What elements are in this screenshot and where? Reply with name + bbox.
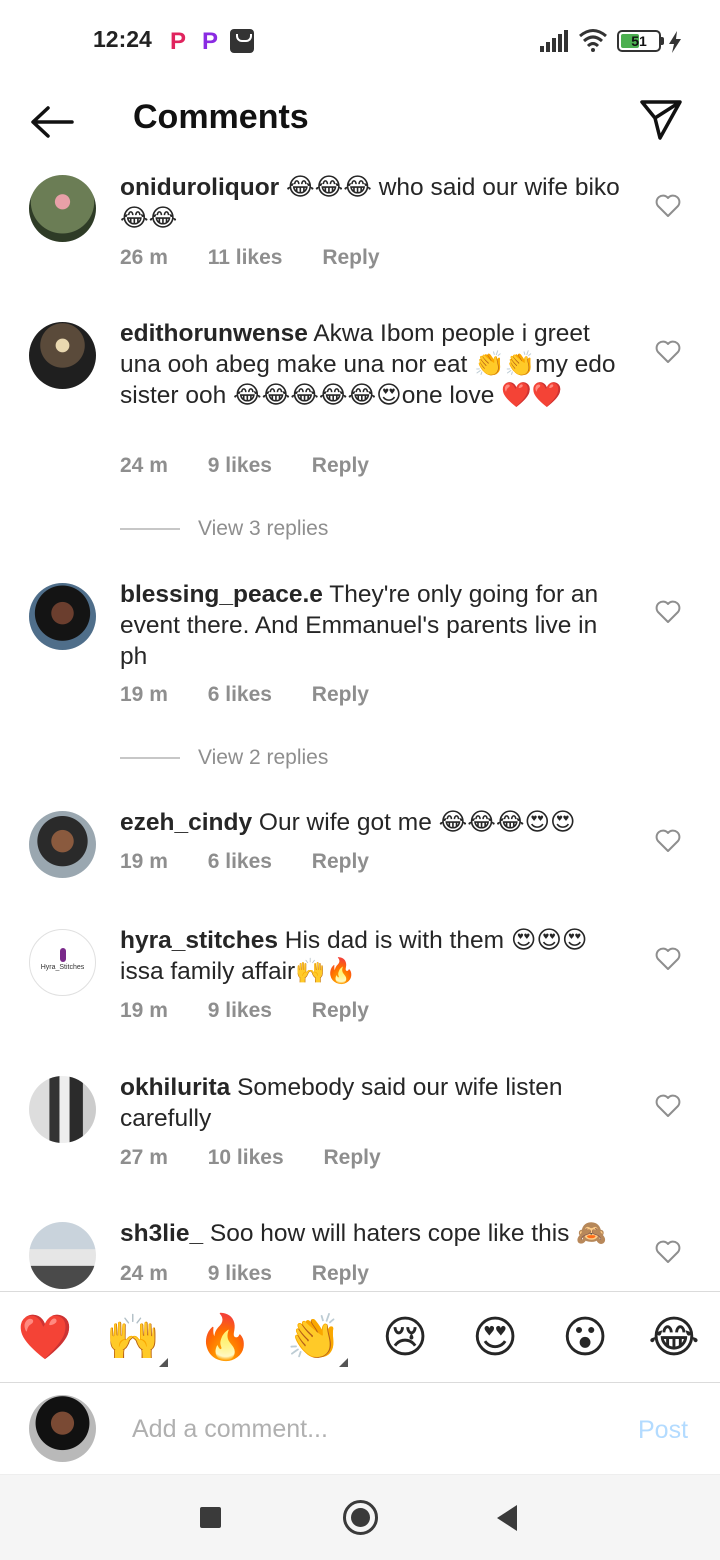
comment-username[interactable]: ezeh_cindy [120,809,252,836]
avatar[interactable] [29,175,96,242]
avatar[interactable] [29,583,96,650]
paper-plane-icon[interactable] [638,96,684,142]
shopping-bag-icon [230,29,254,53]
skin-tone-indicator [339,1358,348,1367]
comment-likes[interactable]: 10 likes [208,1146,284,1169]
reply-button[interactable]: Reply [323,1146,380,1169]
battery-tip [661,37,664,45]
status-bar: 12:24 P P 51 [0,0,720,84]
reply-button[interactable]: Reply [312,454,369,477]
comment-likes[interactable]: 9 likes [208,454,272,477]
reply-button[interactable]: Reply [312,850,369,873]
comment-time: 19 m [120,850,168,873]
comment-meta: 24 m 9 likes Reply [120,454,403,478]
emoji-heart-eyes[interactable]: 😍 [467,1310,523,1366]
avatar[interactable]: Hyra_Stitches [29,929,96,996]
comment-time: 24 m [120,1262,168,1285]
recents-icon[interactable] [200,1507,221,1528]
logo-mark [60,948,66,962]
comment-body: edithorunwense Akwa Ibom people i greet … [120,318,630,411]
comment-likes[interactable]: 6 likes [208,683,272,706]
comment-time: 19 m [120,999,168,1022]
page-title: Comments [133,98,309,136]
reply-button[interactable]: Reply [312,1262,369,1285]
comment-meta: 19 m 6 likes Reply [120,850,403,874]
charging-bolt-icon [669,31,681,53]
emoji-quick-bar: ❤️ 🙌 🔥 👏 😢 😍 😮 😂 [0,1291,720,1383]
heart-icon[interactable] [655,1240,681,1264]
comment-body: blessing_peace.e They're only going for … [120,579,630,672]
back-triangle-icon[interactable] [497,1505,517,1531]
reply-button[interactable]: Reply [312,683,369,706]
emoji-fire[interactable]: 🔥 [197,1310,253,1366]
emoji-clapping-hands[interactable]: 👏 [286,1310,342,1366]
back-arrow-icon[interactable] [28,102,76,142]
comment-body: ezeh_cindy Our wife got me 😂😂😂😍😍 [120,807,630,838]
comment-time: 24 m [120,454,168,477]
picsart-icon: P [169,28,186,55]
heart-icon[interactable] [655,829,681,853]
emoji-raised-hands[interactable]: 🙌 [105,1310,161,1366]
comment-likes[interactable]: 9 likes [208,999,272,1022]
comment-body: oniduroliquor 😂😂😂 who said our wife biko… [120,172,630,234]
comment-body: okhilurita Somebody said our wife listen… [120,1072,630,1134]
comment-username[interactable]: edithorunwense [120,320,308,347]
user-avatar [29,1395,96,1462]
heart-icon[interactable] [655,1094,681,1118]
comment-meta: 27 m 10 likes Reply [120,1146,415,1170]
reply-button[interactable]: Reply [322,246,379,269]
heart-icon[interactable] [655,194,681,218]
avatar[interactable] [29,1076,96,1143]
battery-icon: 51 [617,30,661,52]
avatar[interactable] [29,322,96,389]
comment-time: 27 m [120,1146,168,1169]
avatar[interactable] [29,811,96,878]
emoji-laughing-tears[interactable]: 😂 [646,1310,702,1366]
comment-text: Soo how will haters cope like this 🙈 [209,1220,607,1247]
comment-body: sh3lie_ Soo how will haters cope like th… [120,1218,630,1249]
system-nav-bar [0,1475,720,1560]
home-icon[interactable] [343,1500,378,1535]
wifi-icon [579,29,607,52]
comments-list[interactable]: oniduroliquor 😂😂😂 who said our wife biko… [0,160,720,1290]
view-replies-button[interactable]: View 2 replies [120,746,328,770]
heart-icon[interactable] [655,340,681,364]
view-replies-button[interactable]: View 3 replies [120,517,328,541]
comment-time: 19 m [120,683,168,706]
post-button[interactable]: Post [638,1416,688,1445]
comment-username[interactable]: oniduroliquor [120,174,279,201]
comment-meta: 19 m 6 likes Reply [120,683,403,707]
comment-username[interactable]: sh3lie_ [120,1220,203,1247]
comment-username[interactable]: okhilurita [120,1074,230,1101]
emoji-heart[interactable]: ❤️ [17,1310,73,1366]
emoji-surprised-face[interactable]: 😮 [557,1310,613,1366]
signal-icon [540,30,568,52]
comment-text: Our wife got me 😂😂😂😍😍 [258,809,576,836]
avatar-logo-text: Hyra_Stitches [40,964,85,971]
battery-percent: 51 [631,33,647,49]
reply-button[interactable]: Reply [312,999,369,1022]
heart-icon[interactable] [655,600,681,624]
heart-icon[interactable] [655,947,681,971]
comment-likes[interactable]: 9 likes [208,1262,272,1285]
picsart-icon: P [201,28,218,55]
comment-meta: 24 m 9 likes Reply [120,1262,403,1286]
comment-meta: 19 m 9 likes Reply [120,999,403,1023]
status-time: 12:24 [93,26,152,52]
comment-likes[interactable]: 6 likes [208,850,272,873]
comment-username[interactable]: blessing_peace.e [120,581,323,608]
comment-composer: Post [0,1383,720,1475]
comment-body: hyra_stitches His dad is with them 😍😍😍 i… [120,925,630,987]
comment-input[interactable] [132,1409,612,1449]
comment-likes[interactable]: 11 likes [208,246,283,269]
comment-time: 26 m [120,246,168,269]
comment-username[interactable]: hyra_stitches [120,927,278,954]
skin-tone-indicator [159,1358,168,1367]
emoji-crying-face[interactable]: 😢 [377,1310,433,1366]
avatar[interactable] [29,1222,96,1289]
header: Comments [0,84,720,156]
comment-meta: 26 m 11 likes Reply [120,246,414,270]
